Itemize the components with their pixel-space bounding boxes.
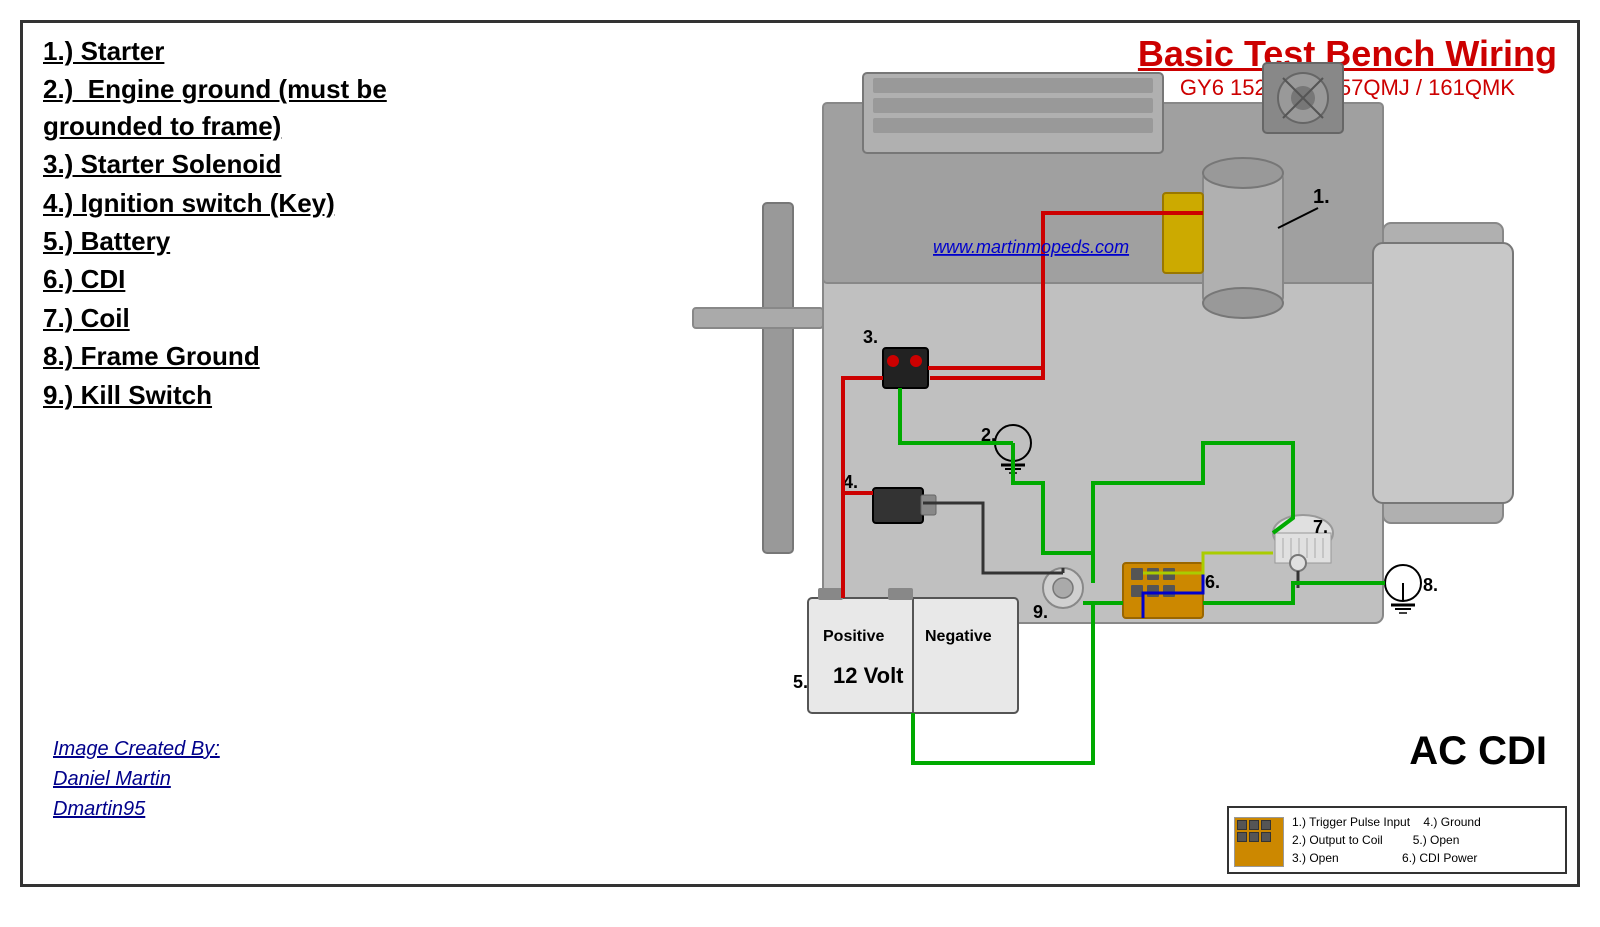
svg-text:6.: 6. [1205, 572, 1220, 592]
wiring-diagram: 1. 3. 4. 2. [443, 43, 1543, 863]
credit-line1: Image Created By: [53, 734, 220, 764]
component-8: 8.) Frame Ground [43, 338, 423, 374]
svg-text:1.: 1. [1313, 186, 1330, 208]
credit-line3: Dmartin95 [53, 794, 220, 824]
component-6: 6.) CDI [43, 261, 423, 297]
component-4: 4.) Ignition switch (Key) [43, 185, 423, 221]
main-container: 1.) Starter 2.) Engine ground (must begr… [20, 20, 1580, 887]
component-1: 1.) Starter [43, 33, 423, 69]
component-2: 2.) Engine ground (must begrounded to fr… [43, 71, 423, 144]
component-9: 9.) Kill Switch [43, 377, 423, 413]
component-7: 7.) Coil [43, 300, 423, 336]
component-list: 1.) Starter 2.) Engine ground (must begr… [43, 33, 423, 415]
component-5: 5.) Battery [43, 223, 423, 259]
svg-text:Negative: Negative [925, 628, 992, 645]
credit-line2: Daniel Martin [53, 764, 220, 794]
credit-section: Image Created By: Daniel Martin Dmartin9… [53, 734, 220, 824]
svg-text:5.: 5. [793, 672, 808, 692]
svg-text:9.: 9. [1033, 602, 1048, 622]
svg-text:7.: 7. [1313, 517, 1328, 537]
svg-text:Positive: Positive [823, 628, 884, 645]
svg-text:3.: 3. [863, 327, 878, 347]
svg-text:8.: 8. [1423, 575, 1438, 595]
svg-text:12 Volt: 12 Volt [833, 663, 904, 688]
svg-text:4.: 4. [843, 472, 858, 492]
component-3: 3.) Starter Solenoid [43, 146, 423, 182]
svg-text:www.martinmopeds.com: www.martinmopeds.com [933, 237, 1129, 257]
